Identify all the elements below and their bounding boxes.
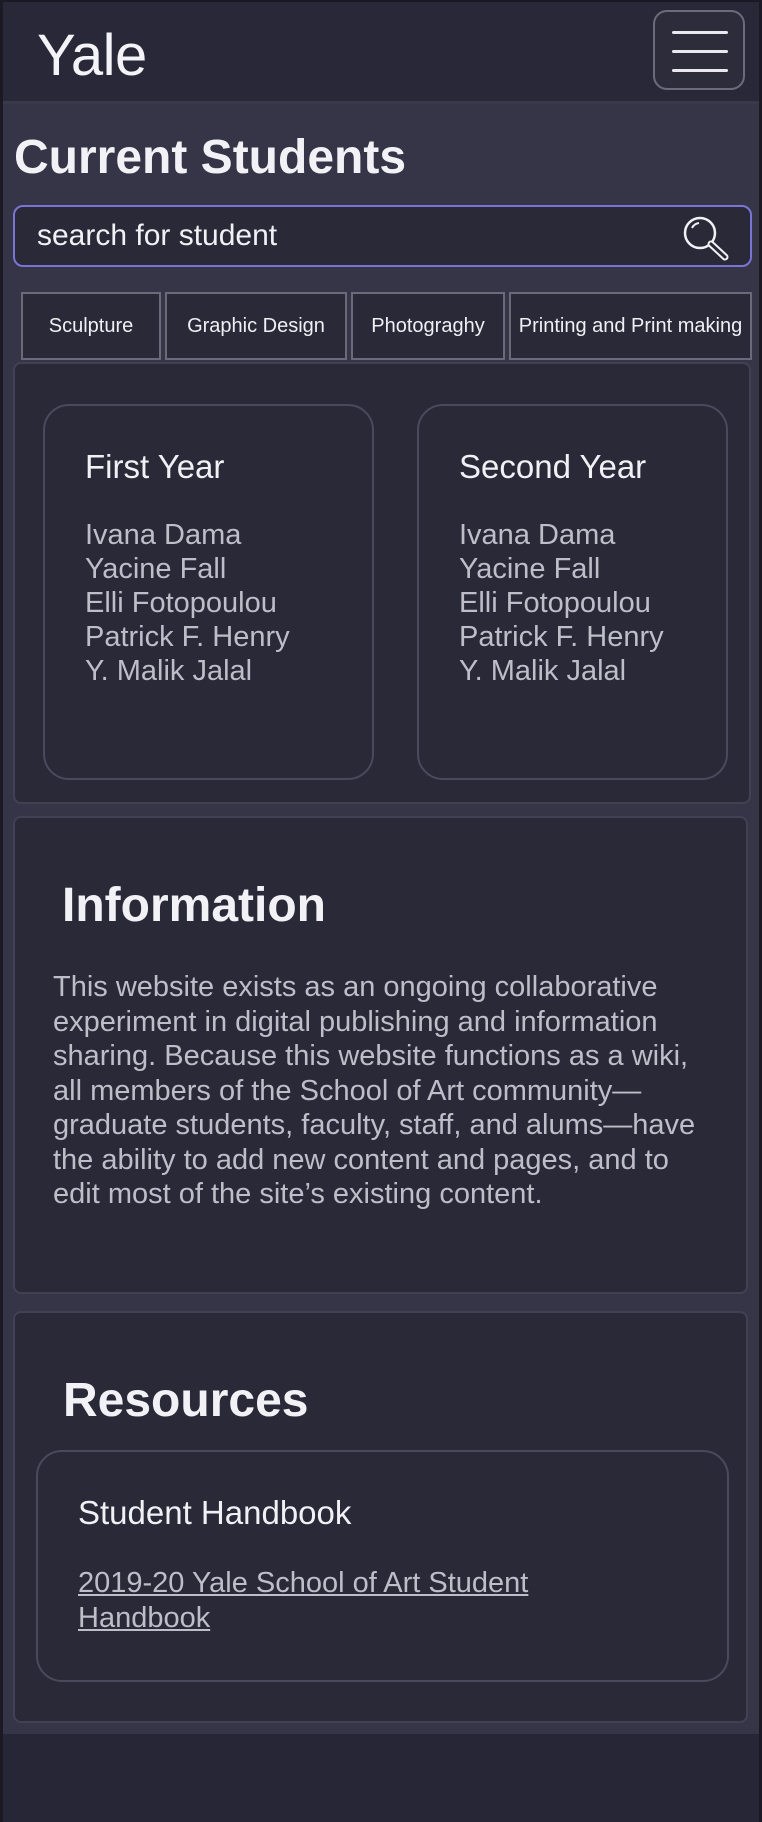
menu-button[interactable] [653,10,745,90]
student-search-box [13,205,752,267]
handbook-title: Student Handbook [78,1494,352,1531]
student-name[interactable]: Y. Malik Jalal [459,654,664,688]
student-name[interactable]: Yacine Fall [459,552,664,586]
search-icon[interactable] [681,215,731,261]
year-title: Second Year [459,448,647,485]
information-heading: Information [62,879,326,932]
handbook-link[interactable]: 2019-20 Yale School of Art Student Handb… [78,1566,638,1635]
page-title: Current Students [14,131,407,184]
tab-sculpture[interactable]: Sculpture [21,292,161,360]
student-name[interactable]: Ivana Dama [459,518,664,552]
information-section: Information This website exists as an on… [13,816,748,1294]
student-name[interactable]: Elli Fotopoulou [459,586,664,620]
student-name[interactable]: Patrick F. Henry [459,620,664,654]
year-title: First Year [85,448,225,485]
information-body: This website exists as an ongoing collab… [53,971,696,1210]
tab-photography[interactable]: Photograghy [351,292,505,360]
second-year-card: Second Year Ivana Dama Yacine Fall Elli … [417,404,728,780]
first-year-card: First Year Ivana Dama Yacine Fall Elli F… [43,404,374,780]
student-name[interactable]: Yacine Fall [85,552,290,586]
student-handbook-card: Student Handbook 2019-20 Yale School of … [36,1450,729,1682]
student-name[interactable]: Ivana Dama [85,518,290,552]
search-input[interactable] [37,215,657,257]
student-years-section: First Year Ivana Dama Yacine Fall Elli F… [13,362,751,804]
student-list: Ivana Dama Yacine Fall Elli Fotopoulou P… [85,518,290,688]
tab-graphic-design[interactable]: Graphic Design [165,292,347,360]
yale-logo[interactable]: Yale [37,22,147,89]
tab-printing-and-printmaking[interactable]: Printing and Print making [509,292,752,360]
top-navigation-bar: Yale [3,2,759,104]
student-name[interactable]: Y. Malik Jalal [85,654,290,688]
student-name[interactable]: Elli Fotopoulou [85,586,290,620]
student-list: Ivana Dama Yacine Fall Elli Fotopoulou P… [459,518,664,688]
student-name[interactable]: Patrick F. Henry [85,620,290,654]
resources-heading: Resources [63,1374,309,1427]
resources-section: Resources Student Handbook 2019-20 Yale … [13,1311,748,1723]
